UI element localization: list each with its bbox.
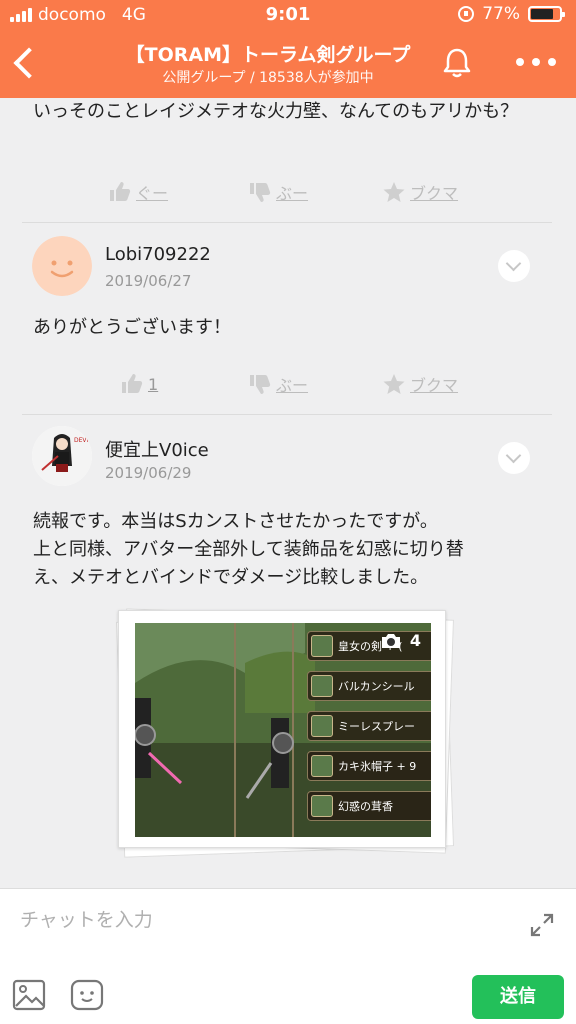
chat-input[interactable]: [20, 905, 500, 935]
post-text: 続報です。本当はSカンストさせたかったですが。 上と同様、アバター全部外して装飾…: [33, 508, 533, 592]
character-avatar-icon: DEVIL: [32, 426, 92, 486]
thumbs-up-icon: [122, 374, 143, 393]
nav-bar: 【TORAM】トーラム剣グループ 公開グループ / 18538人が参加中: [0, 34, 576, 96]
boo-button[interactable]: ぶー: [248, 180, 308, 204]
skill-item: 幻惑の茸香: [307, 791, 431, 821]
photo-frame: 皇女の剣 + ( バルカンシール ミーレスプレー カキ氷帽子 + 9 幻惑の茸香…: [118, 610, 446, 848]
divider: [22, 222, 552, 223]
post-text-line: え、メテオとバインドでダメージ比較しました。: [33, 567, 429, 588]
skill-item: ミーレスプレー: [307, 711, 431, 741]
chevron-down-icon[interactable]: [498, 442, 530, 474]
image-icon[interactable]: [12, 979, 46, 1011]
post-text-line: 上と同様、アバター全部外して装飾品を幻惑に切り替: [33, 539, 464, 560]
post-text-line: 続報です。本当はSカンストさせたかったですが。: [33, 511, 438, 532]
expand-icon[interactable]: [528, 911, 556, 939]
post-date: 2019/06/27: [105, 272, 192, 290]
bell-icon[interactable]: [440, 46, 474, 80]
skill-item: バルカンシール: [307, 671, 431, 701]
send-button[interactable]: 送信: [472, 975, 564, 1019]
good-button[interactable]: ぐー: [108, 180, 168, 204]
battery-percent: 77%: [482, 4, 520, 24]
smiley-avatar-icon: [32, 236, 92, 296]
skill-item: カキ氷帽子 + 9: [307, 751, 431, 781]
user-name[interactable]: 便宜上V0ice: [105, 436, 209, 462]
photo-count-badge: 4: [380, 631, 421, 650]
chat-composer: 送信: [0, 888, 576, 1024]
star-icon: [383, 182, 405, 202]
post-text: いっそのことレイジメテオな火力壁、なんてのもアリかも？: [33, 101, 519, 122]
sticker-icon[interactable]: [70, 979, 104, 1011]
status-bar: docomo 4G 9:01 77%: [0, 0, 576, 32]
avatar[interactable]: DEVIL: [32, 426, 92, 486]
svg-text:DEVIL: DEVIL: [74, 437, 92, 444]
battery-icon: [528, 6, 565, 22]
post-text: ありがとうございます！: [33, 317, 231, 338]
photo-album[interactable]: 皇女の剣 + ( バルカンシール ミーレスプレー カキ氷帽子 + 9 幻惑の茸香…: [115, 608, 455, 860]
rotation-lock-icon: [458, 6, 475, 22]
boo-button[interactable]: ぶー: [248, 372, 308, 396]
thumbs-up-icon: [110, 182, 131, 201]
thumbs-down-icon: [250, 183, 271, 202]
bookmark-button[interactable]: ブクマ: [382, 180, 458, 204]
bookmark-button[interactable]: ブクマ: [382, 372, 458, 396]
post-date: 2019/06/29: [105, 464, 192, 482]
user-name[interactable]: Lobi709222: [105, 244, 211, 265]
post-actions: ぐー ぶー ブクマ: [0, 180, 576, 220]
divider: [22, 414, 552, 415]
more-dots-icon[interactable]: [516, 58, 556, 68]
post-actions: 1 ぶー ブクマ: [0, 372, 576, 412]
chevron-down-icon[interactable]: [498, 250, 530, 282]
good-button[interactable]: 1: [120, 372, 158, 396]
star-icon: [383, 374, 405, 394]
avatar[interactable]: [32, 236, 92, 296]
timeline[interactable]: いっそのことレイジメテオな火力壁、なんてのもアリかも？ ぐー ぶー ブクマ Lo…: [0, 98, 576, 888]
app-header: docomo 4G 9:01 77% 【TORAM】トーラム剣グループ 公開グル…: [0, 0, 576, 98]
game-screenshot[interactable]: 皇女の剣 + ( バルカンシール ミーレスプレー カキ氷帽子 + 9 幻惑の茸香…: [135, 623, 431, 837]
camera-icon: [381, 633, 400, 648]
thumbs-down-icon: [250, 375, 271, 394]
